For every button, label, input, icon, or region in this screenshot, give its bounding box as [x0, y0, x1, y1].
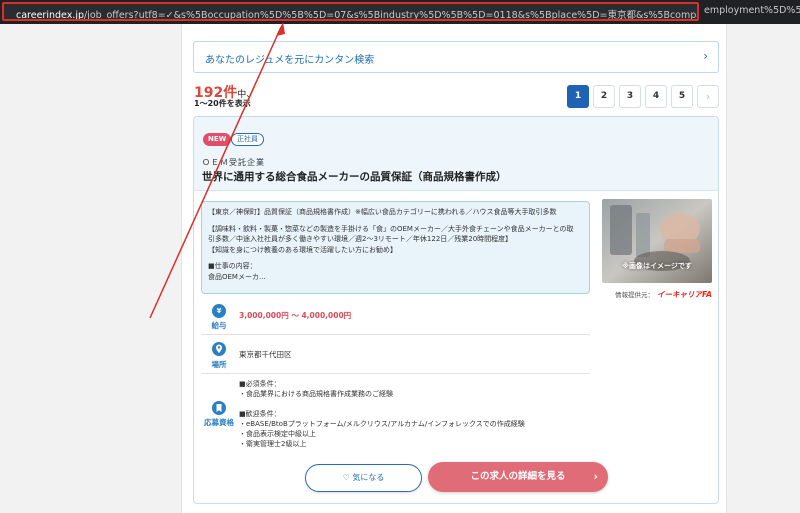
url-text: careerindex.jp/job_offers?utf8=✓&s%5Bocc…	[16, 7, 697, 21]
job-photo: ※画像はイメージです	[602, 199, 712, 283]
next-page-button[interactable]: ›	[697, 85, 719, 108]
bookmark-icon	[212, 401, 226, 415]
summary-line: 【東京／神保町】品質保証（商品規格書作成）※幅広い食品カテゴリーに携われる／ハウ…	[208, 208, 557, 216]
chevron-right-icon: ›	[593, 470, 598, 483]
requirements-label: 応募資格	[204, 418, 234, 427]
job-card-header[interactable]: NEW 正社員 ＯＥＭ受託企業 世界に通用する総合食品メーカーの品質保証（商品規…	[194, 117, 718, 191]
provider-logo: イーキャリアFA	[657, 290, 712, 299]
new-badge: NEW	[203, 133, 232, 146]
location-row: 場所 東京都千代田区	[201, 336, 590, 374]
job-title[interactable]: 世界に通用する総合食品メーカーの品質保証（商品規格書作成）	[202, 169, 507, 184]
page-3-button[interactable]: 3	[619, 85, 641, 108]
photo-note: ※画像はイメージです	[622, 262, 692, 270]
provider-label: 情報提供元：	[615, 291, 654, 299]
location-value: 東京都千代田区	[239, 350, 292, 359]
requirement-line: ・食品業界における商品規格書作成業務のご経験	[239, 390, 393, 398]
job-summary: 【東京／神保町】品質保証（商品規格書作成）※幅広い食品カテゴリーに携われる／ハウ…	[201, 201, 590, 294]
yen-icon: ¥	[212, 304, 226, 318]
summary-line: 引多数／中途入社社員が多く働きやすい環境／週2〜3リモート／年休122日／残業2…	[208, 235, 513, 243]
requirement-line: ・食品表示検定中級以上	[239, 430, 316, 438]
resume-search-button[interactable]: あなたのレジュメを元にカンタン検索 ›	[193, 41, 719, 73]
page-1-button[interactable]: 1	[567, 85, 589, 108]
location-label: 場所	[211, 360, 227, 369]
page-5-button[interactable]: 5	[671, 85, 693, 108]
url-path: /job_offers?utf8=✓&s%5Boccupation%5D%5B%…	[84, 10, 697, 21]
chevron-right-icon: ›	[703, 49, 708, 63]
requirement-line: ・衛実管理士2級以上	[239, 440, 307, 448]
view-details-button[interactable]: この求人の詳細を見る ›	[428, 462, 608, 492]
browser-address-bar: careerindex.jp/job_offers?utf8=✓&s%5Bocc…	[0, 0, 800, 24]
salary-value: 3,000,000円 〜 4,000,000円	[239, 311, 352, 320]
requirements-value: ■必須条件： ・食品業界における商品規格書作成業務のご経験 ■歓迎条件： ・eB…	[239, 379, 525, 449]
requirement-line	[239, 399, 525, 409]
page-2-button[interactable]: 2	[593, 85, 615, 108]
url-domain: careerindex.jp	[16, 10, 85, 21]
summary-line: 食品OEMメーカ...	[208, 272, 266, 281]
summary-line: 【知識を身につけ教養のある環境で活躍したい方にお勧め】	[208, 245, 397, 254]
results-column: あなたのレジュメを元にカンタン検索 › 192件中、 1〜20件を表示 1 2 …	[181, 24, 727, 513]
company-name: ＯＥＭ受託企業	[202, 158, 265, 167]
resume-search-label: あなたのレジュメを元にカンタン検索	[205, 55, 375, 66]
requirement-line: ■歓迎条件：	[239, 410, 281, 418]
result-range: 1〜20件を表示	[194, 99, 251, 108]
summary-line: ■仕事の内容：	[208, 262, 257, 270]
requirement-line: ・eBASE/BtoBプラットフォーム/メルクリウス/アルカナム/インフォレック…	[239, 420, 525, 428]
salary-label: 給与	[211, 321, 227, 330]
url-input[interactable]: careerindex.jp/job_offers?utf8=✓&s%5Bocc…	[2, 2, 699, 21]
salary-row: ¥ 給与 3,000,000円 〜 4,000,000円	[201, 297, 590, 335]
requirements-row: 応募資格 ■必須条件： ・食品業界における商品規格書作成業務のご経験 ■歓迎条件…	[201, 375, 590, 455]
info-provider: 情報提供元： イーキャリアFA	[615, 289, 712, 300]
job-card: NEW 正社員 ＯＥＭ受託企業 世界に通用する総合食品メーカーの品質保証（商品規…	[193, 116, 719, 504]
employment-type-badge: 正社員	[231, 133, 264, 146]
map-pin-icon	[212, 342, 226, 356]
favorite-button[interactable]: ♡ 気になる	[305, 464, 422, 492]
view-details-label: この求人の詳細を見る	[470, 471, 566, 482]
page-4-button[interactable]: 4	[645, 85, 667, 108]
summary-line: 【調味料・飲料・製菓・惣菜などの製造を手掛ける「食」のOEMメーカー／大手外食チ…	[208, 224, 574, 233]
requirement-line: ■必須条件：	[239, 380, 281, 388]
url-overflow-text: employment%5D%5B%5...	[704, 5, 800, 16]
